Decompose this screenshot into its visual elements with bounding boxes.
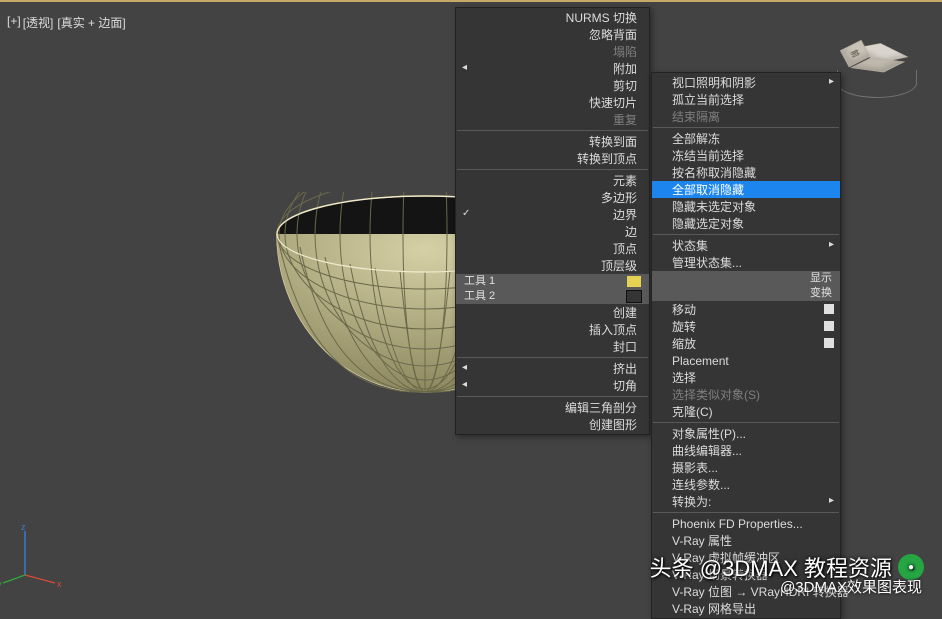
menu-item[interactable]: 状态集 — [652, 237, 840, 254]
menu-separator — [457, 130, 648, 131]
menu-item[interactable]: 创建 — [456, 304, 649, 321]
menu-item: 选择类似对象(S) — [652, 386, 840, 403]
menu-item[interactable]: 隐藏未选定对象 — [652, 198, 840, 215]
menu-item[interactable]: NURMS 切换 — [456, 9, 649, 26]
menu-separator — [653, 234, 839, 235]
settings-box-icon — [824, 338, 834, 348]
vp-shade[interactable]: [真实 + 边面] — [57, 14, 125, 31]
menu-item[interactable]: 孤立当前选择 — [652, 91, 840, 108]
menu-item[interactable]: 旋转 — [652, 318, 840, 335]
menu-item[interactable]: 顶点 — [456, 240, 649, 257]
menu-item[interactable]: 转换到面 — [456, 133, 649, 150]
menu-separator — [653, 422, 839, 423]
menu-item[interactable]: 冻结当前选择 — [652, 147, 840, 164]
settings-box-icon — [824, 321, 834, 331]
viewcube[interactable]: 前 — [837, 32, 917, 94]
quad-menu-right[interactable]: 视口照明和阴影孤立当前选择结束隔离全部解冻冻结当前选择按名称取消隐藏全部取消隐藏… — [651, 72, 841, 619]
viewport-label[interactable]: [+] [透视] [真实 + 边面] — [7, 14, 126, 31]
menu-item[interactable]: 元素 — [456, 172, 649, 189]
menu-item[interactable]: 管理状态集... — [652, 254, 840, 271]
menu-item[interactable]: 顶层级 — [456, 257, 649, 274]
menu-item[interactable]: 视口照明和阴影 — [652, 74, 840, 91]
svg-text:x: x — [57, 579, 62, 589]
menu-item: 重复 — [456, 111, 649, 128]
axis-tripod: z x y — [15, 525, 75, 585]
menu-item[interactable]: 选择 — [652, 369, 840, 386]
svg-text:z: z — [21, 522, 26, 532]
menu-item[interactable]: 曲线编辑器... — [652, 442, 840, 459]
vp-view[interactable]: [透视] — [23, 14, 54, 31]
menu-item[interactable]: 转换为: — [652, 493, 840, 510]
menu-separator — [457, 357, 648, 358]
menu-item[interactable]: 剪切 — [456, 77, 649, 94]
menu-item[interactable]: 隐藏选定对象 — [652, 215, 840, 232]
menu-item[interactable]: 按名称取消隐藏 — [652, 164, 840, 181]
menu-item[interactable]: 转换到顶点 — [456, 150, 649, 167]
menu-item[interactable]: 连线参数... — [652, 476, 840, 493]
menu-item[interactable]: 封口 — [456, 338, 649, 355]
menu-item[interactable]: 附加 — [456, 60, 649, 77]
menu-item[interactable]: 全部解冻 — [652, 130, 840, 147]
menu-item[interactable]: 快速切片 — [456, 94, 649, 111]
menu-item[interactable]: 创建图形 — [456, 416, 649, 433]
menu-title-bar: 显示 — [652, 271, 840, 286]
menu-item[interactable]: 编辑三角剖分 — [456, 399, 649, 416]
menu-title-bar: 工具 2 — [456, 289, 649, 304]
menu-separator — [457, 169, 648, 170]
watermark-sub: @3DMAX效果图表现 — [780, 576, 922, 597]
menu-item[interactable]: Placement — [652, 352, 840, 369]
menu-separator — [457, 396, 648, 397]
menu-separator — [653, 512, 839, 513]
menu-item[interactable]: 边界✓ — [456, 206, 649, 223]
menu-title-bar: 工具 1 — [456, 274, 649, 289]
menu-item[interactable]: V-Ray 属性 — [652, 532, 840, 549]
menu-item: 塌陷 — [456, 43, 649, 60]
menu-item[interactable]: 多边形 — [456, 189, 649, 206]
menu-separator — [653, 127, 839, 128]
viewcube-compass — [837, 70, 917, 98]
vp-plus[interactable]: [+] — [7, 14, 21, 31]
menu-item[interactable]: 移动 — [652, 301, 840, 318]
menu-item[interactable]: 缩放 — [652, 335, 840, 352]
menu-item[interactable]: 对象属性(P)... — [652, 425, 840, 442]
menu-item[interactable]: 切角 — [456, 377, 649, 394]
menu-title-bar: 变换 — [652, 286, 840, 301]
settings-box-icon — [824, 304, 834, 314]
menu-item: 结束隔离 — [652, 108, 840, 125]
menu-item[interactable]: 克隆(C) — [652, 403, 840, 420]
menu-item[interactable]: Phoenix FD Properties... — [652, 515, 840, 532]
menu-item[interactable]: 挤出 — [456, 360, 649, 377]
menu-item[interactable]: 摄影表... — [652, 459, 840, 476]
quad-menu-left[interactable]: NURMS 切换忽略背面塌陷附加剪切快速切片重复转换到面转换到顶点元素多边形边界… — [455, 7, 650, 435]
menu-item[interactable]: 插入顶点 — [456, 321, 649, 338]
svg-text:y: y — [0, 579, 2, 589]
menu-item[interactable]: 忽略背面 — [456, 26, 649, 43]
viewport[interactable]: [+] [透视] [真实 + 边面] 前 — [0, 2, 942, 603]
menu-item[interactable]: 全部取消隐藏 — [652, 181, 840, 198]
menu-item[interactable]: 边 — [456, 223, 649, 240]
